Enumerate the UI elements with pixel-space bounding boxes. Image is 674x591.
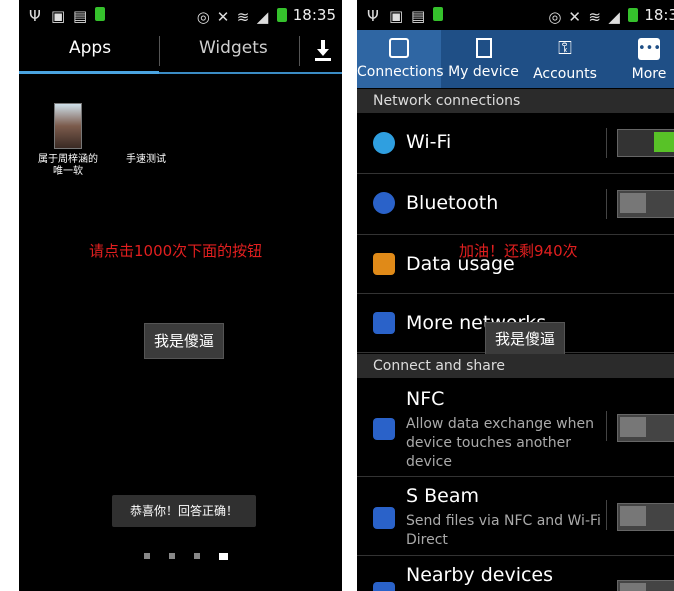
signal-icon: ◢ <box>256 8 269 26</box>
tab-label: My device <box>448 64 519 80</box>
usb-icon: Ψ <box>29 7 41 25</box>
signal-icon: ◢ <box>608 8 620 26</box>
row-separator <box>606 189 607 219</box>
status-bar: Ψ ▣ ▤ ◎ ✕ ≋ ◢ 18:35 <box>19 0 342 30</box>
tab-divider <box>299 36 300 66</box>
page-dot[interactable] <box>144 553 150 559</box>
toggle-knob <box>620 193 646 213</box>
page-indicator <box>144 553 228 560</box>
section-network-connections: Network connections <box>357 89 674 113</box>
wifi-icon: ≋ <box>588 8 601 26</box>
more-icon <box>373 312 395 334</box>
wifi-icon <box>373 132 395 154</box>
sbeam-icon <box>373 507 395 529</box>
tab-my-device[interactable]: My device <box>446 30 521 88</box>
drawer-tabs: Apps Widgets <box>19 30 342 74</box>
key-icon: ⚿ <box>558 38 572 59</box>
wifi-icon: ≋ <box>236 8 250 26</box>
tab-label: Connections <box>357 64 444 80</box>
battery-notify-icon <box>433 7 443 21</box>
mute-icon: ✕ <box>216 8 230 26</box>
tab-apps[interactable]: Apps <box>69 38 111 58</box>
nfc-icon: ◎ <box>548 8 562 26</box>
nearby-devices-title: Nearby devices <box>406 564 554 586</box>
tab-label: More <box>631 66 667 82</box>
mute-icon: ✕ <box>568 8 581 26</box>
wifi-label: Wi-Fi <box>406 131 452 153</box>
tab-accounts[interactable]: ⚿ Accounts <box>529 30 601 88</box>
sbeam-description: Send files via NFC and Wi-Fi Direct <box>406 513 601 548</box>
tab-connections[interactable]: Connections <box>357 30 444 88</box>
toggle-knob <box>620 506 646 526</box>
toggle-knob <box>620 417 646 437</box>
sbeam-title: S Beam <box>406 485 479 507</box>
nfc-description: Allow data exchange when device touches … <box>406 416 594 470</box>
page-dot[interactable] <box>169 553 175 559</box>
doc-icon: ▤ <box>411 7 426 25</box>
toggle-knob <box>620 583 646 591</box>
overlay-counter-text: 加油！还剩940次 <box>459 242 578 260</box>
nfc-toggle[interactable] <box>617 414 674 442</box>
nfc-icon: ◎ <box>196 8 210 26</box>
tab-indicator <box>19 71 159 74</box>
app-label-0[interactable]: 属于周梓涵的 唯一软 <box>28 154 108 178</box>
battery-icon <box>276 8 287 22</box>
download-icon[interactable] <box>314 38 332 62</box>
page-dot-active[interactable] <box>219 553 228 560</box>
tab-divider <box>159 36 160 66</box>
sbeam-row[interactable]: S Beam Send files via NFC and Wi-Fi Dire… <box>357 477 674 556</box>
nearby-devices-row[interactable]: Nearby devices <box>357 556 674 591</box>
nfc-row[interactable]: NFC Allow data exchange when device touc… <box>357 378 674 477</box>
nfc-icon <box>373 418 395 440</box>
tab-widgets[interactable]: Widgets <box>199 38 268 58</box>
device-icon <box>475 38 492 58</box>
row-separator <box>606 128 607 158</box>
app-icon-photo[interactable] <box>54 103 82 149</box>
tap-button[interactable]: 我是傻逼 <box>144 323 224 359</box>
bluetooth-toggle[interactable] <box>617 190 674 218</box>
battery-notify-icon <box>95 7 105 21</box>
tab-more[interactable]: ••• More <box>625 30 673 88</box>
status-time: 18:35 <box>292 6 336 24</box>
right-screen: Ψ ▣ ▤ ◎ ✕ ≋ ◢ 18:3 Connections My device… <box>357 0 674 591</box>
sbeam-toggle[interactable] <box>617 503 674 531</box>
bluetooth-label: Bluetooth <box>406 192 499 214</box>
battery-icon <box>628 8 639 22</box>
tab-label: Accounts <box>533 66 597 82</box>
image-icon: ▣ <box>389 7 404 25</box>
nearby-icon <box>373 582 395 591</box>
section-connect-share: Connect and share <box>357 354 674 378</box>
nearby-toggle[interactable] <box>617 580 674 591</box>
app-label-1[interactable]: 手速测试 <box>114 154 178 166</box>
toggle-knob <box>654 132 674 152</box>
left-screen: Ψ ▣ ▤ ◎ ✕ ≋ ◢ 18:35 Apps Widgets 属于周梓涵的 … <box>19 0 342 591</box>
wifi-row[interactable]: Wi-Fi <box>357 113 674 174</box>
wifi-toggle[interactable] <box>617 129 674 157</box>
row-separator <box>606 500 607 530</box>
image-icon: ▣ <box>51 7 66 25</box>
settings-tabs: Connections My device ⚿ Accounts ••• Mor… <box>357 30 674 88</box>
more-icon: ••• <box>638 38 661 60</box>
usb-icon: Ψ <box>367 7 379 25</box>
chart-icon <box>373 253 395 275</box>
status-time: 18:3 <box>644 6 674 24</box>
bluetooth-icon <box>373 192 395 214</box>
connections-icon <box>389 38 409 58</box>
row-separator <box>606 411 607 441</box>
status-bar: Ψ ▣ ▤ ◎ ✕ ≋ ◢ 18:3 <box>357 0 674 30</box>
doc-icon: ▤ <box>73 7 88 25</box>
instruction-text: 请点击1000次下面的按钮 <box>89 242 263 260</box>
bluetooth-row[interactable]: Bluetooth <box>357 174 674 235</box>
page-dot[interactable] <box>194 553 200 559</box>
tap-button-overlay[interactable]: 我是傻逼 <box>485 322 565 356</box>
nfc-title: NFC <box>406 388 445 410</box>
toast-message: 恭喜你！回答正确！ <box>112 495 256 527</box>
